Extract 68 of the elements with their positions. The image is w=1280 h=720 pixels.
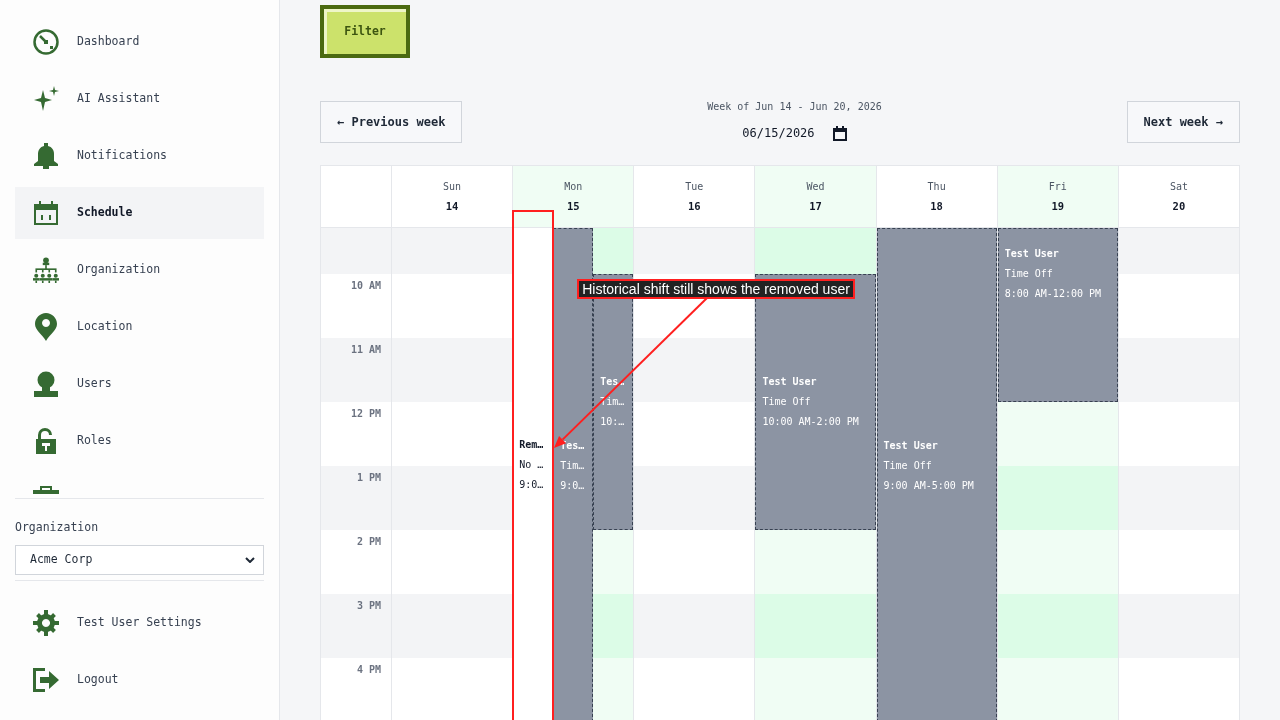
- event-time: 10:…: [600, 415, 626, 429]
- map-pin-icon: [35, 313, 57, 341]
- day-date: 14: [445, 201, 459, 212]
- nav-item[interactable]: Dashboard: [15, 16, 264, 68]
- nav-item[interactable]: Schedule: [15, 187, 264, 239]
- day-name: Thu: [927, 181, 946, 193]
- nav-item[interactable]: AI Assistant: [15, 73, 264, 125]
- nav-item[interactable]: Notifications: [15, 130, 264, 182]
- calendar-icon: [832, 125, 847, 141]
- event-time: 10:00 AM-2:00 PM: [762, 415, 860, 429]
- event-type: Time Off: [762, 395, 812, 409]
- day-name: Fri: [1048, 181, 1067, 193]
- time-label: 1 PM: [356, 472, 381, 485]
- event-time: 9:0…: [519, 478, 545, 492]
- nav-item[interactable]: Logout: [15, 654, 264, 706]
- day-date: 19: [1051, 201, 1065, 212]
- event-type: No …: [519, 458, 545, 472]
- next-week-button[interactable]: Next week →: [1126, 101, 1240, 143]
- bell-icon: [33, 143, 59, 169]
- event-time: 9:0…: [560, 479, 586, 493]
- briefcase-icon: [33, 486, 59, 494]
- time-label: 3 PM: [356, 600, 381, 613]
- previous-week-button[interactable]: ← Previous week: [320, 101, 463, 143]
- time-label: 4 PM: [356, 664, 381, 677]
- day-name: Wed: [806, 181, 825, 193]
- gear-icon: [33, 610, 59, 636]
- organization-label: Organization: [15, 520, 100, 534]
- day-date: 18: [930, 201, 943, 212]
- padlock-icon: [35, 428, 57, 454]
- event-type: Time Off: [883, 459, 933, 473]
- nav-item[interactable]: Roles: [15, 415, 264, 467]
- event-title: Test User: [883, 439, 939, 453]
- calendar-icon: [33, 201, 59, 225]
- day-name: Mon: [564, 181, 583, 193]
- day-date: 20: [1172, 201, 1186, 212]
- event-time: 8:00 AM-12:00 PM: [1004, 287, 1103, 301]
- organization-select[interactable]: Acme Corp: [15, 545, 264, 575]
- org-chart-icon: [33, 254, 59, 286]
- event-type: Time Off: [1004, 267, 1054, 281]
- chevron-down-icon: [245, 557, 255, 563]
- day-date: 15: [566, 201, 580, 212]
- user-icon: [33, 371, 59, 397]
- time-label: 10 AM: [350, 280, 381, 293]
- nav-item[interactable]: Location: [15, 301, 264, 353]
- logout-icon: [33, 668, 59, 692]
- event-time: 9:00 AM-5:00 PM: [883, 479, 975, 493]
- day-date: 17: [809, 201, 822, 212]
- nav-item[interactable]: Test User Settings: [15, 597, 264, 649]
- nav-item[interactable]: Organization: [15, 244, 264, 296]
- event-type: Tim…: [600, 395, 626, 409]
- event-type: Tim…: [560, 459, 586, 473]
- event-title: Rem…: [519, 438, 545, 452]
- week-range: Week of Jun 14 - Jun 20, 2026: [707, 101, 882, 113]
- nav-item[interactable]: Users: [15, 358, 264, 410]
- time-label: 12 PM: [350, 408, 381, 421]
- day-name: Tue: [685, 181, 704, 193]
- day-name: Sat: [1169, 181, 1188, 193]
- time-label: 11 AM: [350, 344, 381, 357]
- day-name: Sun: [443, 181, 462, 193]
- sparkle-icon: [33, 86, 59, 112]
- day-date: 16: [688, 201, 701, 212]
- time-label: 2 PM: [356, 536, 381, 549]
- event-title: Test User: [762, 375, 818, 389]
- event-title: Test User: [1004, 247, 1060, 261]
- date-field[interactable]: 06/15/2026: [742, 121, 847, 145]
- filter-button[interactable]: Filter: [320, 5, 410, 58]
- gauge-icon: [33, 29, 59, 55]
- shift-block[interactable]: Rem… No … 9:0…: [513, 228, 554, 720]
